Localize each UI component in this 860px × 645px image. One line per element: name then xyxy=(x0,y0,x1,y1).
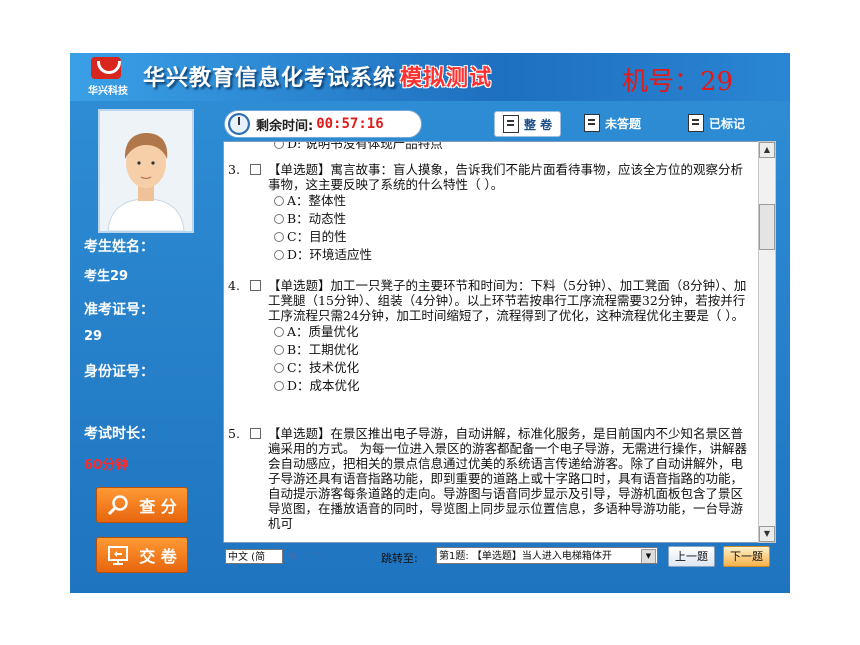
document-icon xyxy=(688,114,704,132)
option-text: A：质量优化 xyxy=(287,324,359,339)
mode-badge: 模拟测试 xyxy=(400,65,493,91)
radio-icon xyxy=(274,142,284,149)
full-paper-button[interactable]: 整 卷 xyxy=(494,111,562,137)
exam-window: 华兴科技 华兴教育信息化考试系统 模拟测试 机号：29 考生姓名： 考生29 准考… xyxy=(70,53,790,593)
document-icon xyxy=(584,114,600,132)
radio-icon xyxy=(274,327,284,337)
radio-icon xyxy=(274,250,284,260)
radio-icon xyxy=(274,214,284,224)
option-b[interactable]: B：动态性 xyxy=(274,210,748,228)
question-number: 3. xyxy=(228,162,240,177)
mark-checkbox[interactable] xyxy=(250,280,261,291)
option-text: B：工期优化 xyxy=(287,342,359,357)
submit-button[interactable]: 交 卷 xyxy=(96,537,188,573)
unanswered-button[interactable]: 未答题 xyxy=(584,111,641,135)
score-button[interactable]: 查 分 xyxy=(96,487,188,523)
question-number: 4. xyxy=(228,278,240,293)
option-text: A：整体性 xyxy=(287,193,347,208)
option-text: C：技术优化 xyxy=(287,360,360,375)
option-d[interactable]: D：环境适应性 xyxy=(274,246,748,264)
question-stem: 【单选题】在景区推出电子导游，自动讲解，标准化服务，是目前国内不少知名景区普遍采… xyxy=(268,426,747,531)
id-label: 身份证号： xyxy=(84,364,154,380)
submit-icon xyxy=(107,544,129,566)
timer: 剩余时间: 00:57:16 xyxy=(224,110,422,138)
option-b[interactable]: B：工期优化 xyxy=(274,341,748,359)
duration-label: 考试时长： xyxy=(84,426,154,442)
submit-button-label: 交 卷 xyxy=(139,547,177,566)
question-4: 4. 【单选题】加工一只凳子的主要环节和时间为：下料（5分钟）、加工凳面（8分钟… xyxy=(228,278,748,395)
name-value: 考生29 xyxy=(84,269,129,284)
mark-checkbox[interactable] xyxy=(250,164,261,175)
bottom-bar: 中文 (简 ◥ ☽ °, 跳转至: 第1题: 【单选题】当人进入电梯箱体开 ▼ … xyxy=(223,544,779,570)
duration-value: 60分钟 xyxy=(84,458,129,473)
option-a[interactable]: A：整体性 xyxy=(274,192,748,210)
document-icon xyxy=(503,115,519,133)
logo: 华兴科技 xyxy=(88,57,128,97)
machine-number: 机号：29 xyxy=(622,67,734,97)
jump-label: 跳转至: xyxy=(381,552,418,565)
prev-question-button[interactable]: 上一题 xyxy=(668,546,715,567)
scroll-thumb[interactable] xyxy=(759,204,775,250)
question-5: 5. 【单选题】在景区推出电子导游，自动讲解，标准化服务，是目前国内不少知名景区… xyxy=(228,426,748,531)
option-c[interactable]: C：目的性 xyxy=(274,228,748,246)
option-d[interactable]: D：成本优化 xyxy=(274,377,748,395)
option[interactable]: D: 说明书没有体现产品特点 xyxy=(274,141,748,153)
radio-icon xyxy=(274,345,284,355)
brand-name: 华兴科技 xyxy=(88,86,128,97)
marked-label: 已标记 xyxy=(709,116,746,131)
option-a[interactable]: A：质量优化 xyxy=(274,323,748,341)
radio-icon xyxy=(274,196,284,206)
option-text: B：动态性 xyxy=(287,211,347,226)
question-stem: 【单选题】加工一只凳子的主要环节和时间为：下料（5分钟）、加工凳面（8分钟）、加… xyxy=(268,278,747,323)
header: 华兴科技 华兴教育信息化考试系统 模拟测试 机号：29 xyxy=(70,53,790,101)
search-icon xyxy=(107,494,129,516)
person-icon xyxy=(100,111,192,232)
name-label: 考生姓名： xyxy=(84,239,154,255)
question-list[interactable]: D: 说明书没有体现产品特点 3. 【单选题】寓言故事：盲人摸象，告诉我们不能片… xyxy=(223,141,771,543)
system-title: 华兴教育信息化考试系统 模拟测试 xyxy=(143,60,492,92)
marked-button[interactable]: 已标记 xyxy=(688,111,745,135)
radio-icon xyxy=(274,363,284,373)
scroll-up-icon[interactable]: ▲ xyxy=(759,142,775,158)
option-text: D：成本优化 xyxy=(287,378,360,393)
question-3: 3. 【单选题】寓言故事：盲人摸象，告诉我们不能片面看待事物，应该全方位的观察分… xyxy=(228,162,748,264)
timer-value: 00:57:16 xyxy=(316,116,384,132)
radio-icon xyxy=(274,381,284,391)
jump-select-value: 第1题: 【单选题】当人进入电梯箱体开 xyxy=(439,551,612,562)
option-text: C：目的性 xyxy=(287,229,347,244)
toolbar: 剩余时间: 00:57:16 整 卷 未答题 已标记 xyxy=(222,110,784,138)
jump-select[interactable]: 第1题: 【单选题】当人进入电梯箱体开 ▼ xyxy=(436,547,658,564)
ime-status-icons: ◥ ☽ °, xyxy=(287,550,322,563)
full-paper-label: 整 卷 xyxy=(524,117,553,132)
score-button-label: 查 分 xyxy=(139,497,177,516)
ticket-value: 29 xyxy=(84,329,103,344)
scroll-down-icon[interactable]: ▼ xyxy=(759,526,775,542)
unanswered-label: 未答题 xyxy=(605,116,642,131)
chevron-down-icon: ▼ xyxy=(641,549,656,563)
option-text: D：环境适应性 xyxy=(287,247,373,262)
system-title-text: 华兴教育信息化考试系统 xyxy=(143,65,397,91)
ticket-label: 准考证号： xyxy=(84,302,154,318)
vertical-scrollbar[interactable]: ▲ ▼ xyxy=(758,141,776,543)
mark-checkbox[interactable] xyxy=(250,428,261,439)
next-question-button[interactable]: 下一题 xyxy=(723,546,770,567)
ime-selector[interactable]: 中文 (简 xyxy=(225,549,283,564)
option-c[interactable]: C：技术优化 xyxy=(274,359,748,377)
option-text: D: 说明书没有体现产品特点 xyxy=(287,141,443,151)
question-number: 5. xyxy=(228,426,240,441)
question-partial: D: 说明书没有体现产品特点 xyxy=(228,141,748,153)
question-stem: 【单选题】寓言故事：盲人摸象，告诉我们不能片面看待事物，应该全方位的观察分析事物… xyxy=(268,162,744,192)
timer-label: 剩余时间: xyxy=(256,118,314,134)
logo-icon xyxy=(91,57,121,79)
avatar xyxy=(98,109,194,233)
radio-icon xyxy=(274,232,284,242)
clock-icon xyxy=(228,113,250,135)
